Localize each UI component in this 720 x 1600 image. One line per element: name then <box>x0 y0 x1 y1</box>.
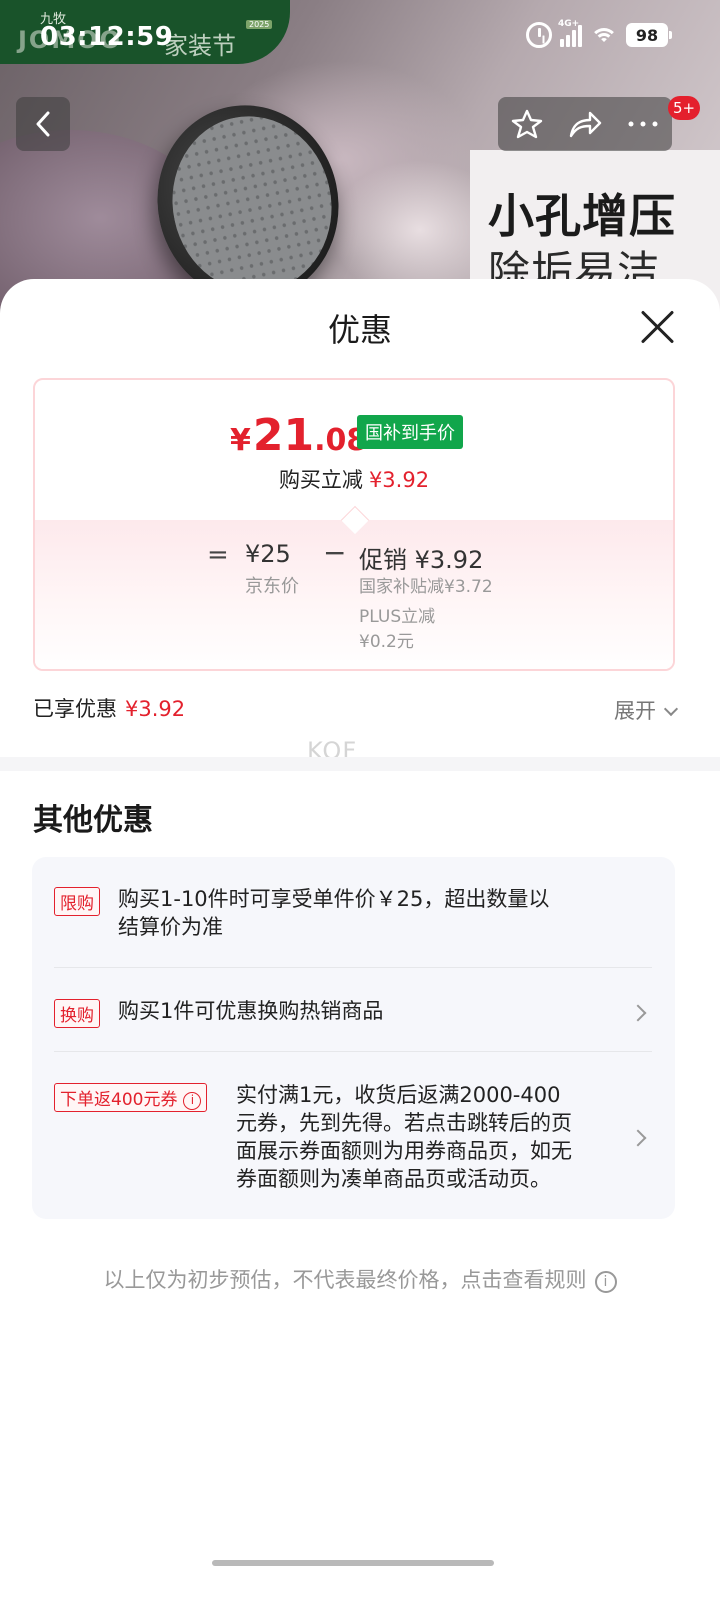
section-divider <box>0 757 720 771</box>
status-time: 03:12:59 <box>40 22 174 52</box>
discount-sheet: 优惠 ¥ 21 .08 国补到手价 购买立减 ¥3.92 = ¥25 京东价 − … <box>0 279 720 1600</box>
base-price-label: 京东价 <box>245 576 299 597</box>
breakdown-background <box>35 520 673 669</box>
alarm-icon <box>526 22 552 48</box>
back-button[interactable] <box>16 97 70 151</box>
battery-icon: 98 <box>626 23 672 47</box>
offer-text: 实付满1元，收货后返满2000-400 元券，先到先得。若点击跳转后的页 面展示… <box>236 1081 572 1193</box>
other-offers-list: 限购 购买1-10件时可享受单件价￥25，超出数量以 结算价为准 换购 购买1件… <box>32 857 675 1219</box>
expand-label: 展开 <box>614 699 656 723</box>
plus-discount-amount: ¥0.2元 <box>359 632 414 652</box>
sheet-title: 优惠 <box>327 311 392 349</box>
offer-limit-purchase: 限购 购买1-10件时可享受单件价￥25，超出数量以 结算价为准 <box>54 885 652 945</box>
equals-sign: = <box>207 540 229 570</box>
offer-text-line: 券面额则为凑单商品页或活动页。 <box>236 1167 551 1191</box>
other-offers-title: 其他优惠 <box>33 803 153 838</box>
share-icon[interactable] <box>568 109 602 139</box>
enjoyed-label: 已享优惠 <box>33 697 117 721</box>
national-subsidy-line: 国家补贴减¥3.72 <box>359 577 493 597</box>
final-price: ¥ 21 .08 <box>230 410 367 461</box>
nav-action-group <box>498 97 672 151</box>
currency-symbol: ¥ <box>230 423 251 458</box>
disclaimer-text: 以上仅为初步预估，不代表最终价格，点击查看规则 <box>103 1268 587 1292</box>
info-icon: i <box>594 1271 617 1293</box>
base-price: ¥25 <box>245 540 291 568</box>
enjoyed-discount-row: 已享优惠 ¥3.92 <box>33 693 185 723</box>
promo-total: 促销 ¥3.92 <box>359 546 484 574</box>
offer-text: 购买1件可优惠换购热销商品 <box>118 999 384 1023</box>
info-icon: i <box>183 1092 202 1110</box>
signal-icon: 4G+ <box>558 19 582 47</box>
subsidy-price-tag: 国补到手价 <box>357 415 463 449</box>
offer-text-line: 元券，先到先得。若点击跳转后的页 <box>236 1111 572 1135</box>
instant-discount-amount: ¥3.92 <box>368 468 430 492</box>
offer-trade-in[interactable]: 换购 购买1件可优惠换购热销商品 <box>54 997 652 1031</box>
chevron-right-icon <box>629 1129 647 1147</box>
offer-coupon-rebate[interactable]: 下单返400元券 i 实付满1元，收货后返满2000-400 元券，先到先得。若点… <box>54 1081 652 1195</box>
offer-text-line: 实付满1元，收货后返满2000-400 <box>236 1083 561 1107</box>
product-headline: 小孔增压 <box>488 189 676 243</box>
price-integer: 21 <box>252 410 315 461</box>
price-breakdown-card: ¥ 21 .08 国补到手价 购买立减 ¥3.92 = ¥25 京东价 − 促销 … <box>33 378 675 671</box>
wifi-icon <box>590 24 618 46</box>
offer-text-line: 结算价为准 <box>118 915 223 939</box>
offer-divider <box>54 967 652 968</box>
promo-label: 家装节 <box>164 32 236 60</box>
minus-sign: − <box>323 536 347 569</box>
enjoyed-amount: ¥3.92 <box>125 697 186 721</box>
offer-tag: 换购 <box>54 999 100 1028</box>
price-disclaimer[interactable]: 以上仅为初步预估，不代表最终价格，点击查看规则 i <box>0 1264 720 1294</box>
offer-tag-label: 下单返400元券 <box>60 1090 178 1110</box>
home-indicator[interactable] <box>212 1560 494 1566</box>
instant-discount-row: 购买立减 ¥3.92 <box>35 464 673 494</box>
offer-text: 购买1-10件时可享受单件价￥25，超出数量以 结算价为准 <box>118 885 549 941</box>
star-icon[interactable] <box>511 108 543 140</box>
offer-text-line: 购买1-10件时可享受单件价￥25，超出数量以 <box>118 887 550 911</box>
promo-tag: 2025 <box>246 20 273 29</box>
offer-text-line: 面展示券面额则为用券商品页，如无 <box>236 1139 572 1163</box>
offer-tag: 限购 <box>54 887 100 916</box>
chevron-left-icon <box>36 111 50 137</box>
expand-button[interactable]: 展开 <box>614 695 679 725</box>
close-icon[interactable] <box>636 305 680 349</box>
chevron-down-icon <box>663 701 679 717</box>
more-icon[interactable] <box>627 120 659 128</box>
message-count-badge: 5+ <box>668 96 701 120</box>
network-type: 4G+ <box>558 19 580 29</box>
status-icons: 4G+ 98 <box>526 19 672 48</box>
offer-divider <box>54 1051 652 1052</box>
instant-discount-label: 购买立减 <box>278 468 363 492</box>
chevron-right-icon <box>629 1004 647 1022</box>
offer-tag[interactable]: 下单返400元券 i <box>54 1083 208 1112</box>
plus-discount-line: PLUS立减 <box>359 607 436 627</box>
